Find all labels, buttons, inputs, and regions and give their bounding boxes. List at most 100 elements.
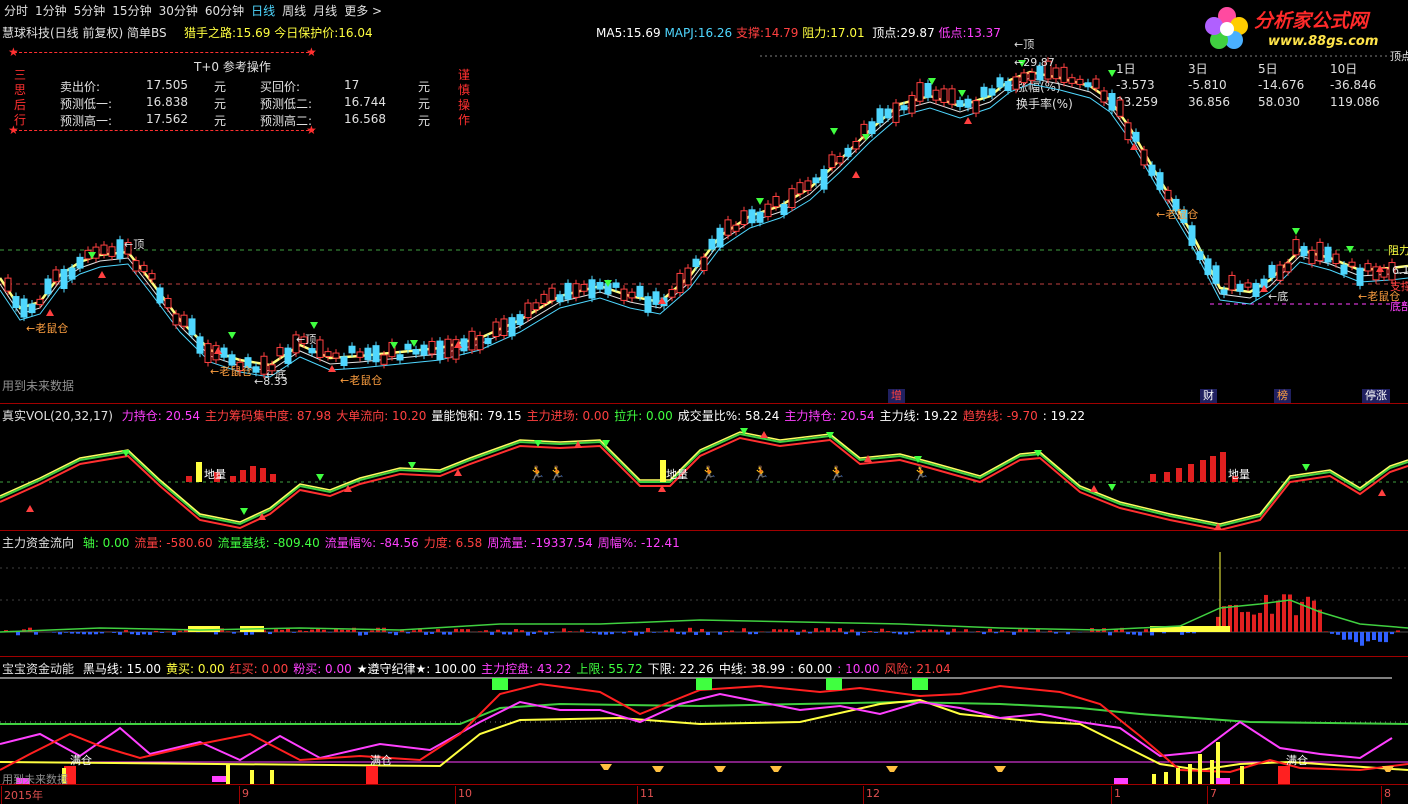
flow-bar bbox=[16, 632, 20, 636]
candle-body bbox=[700, 256, 708, 272]
flow-bar bbox=[154, 630, 158, 632]
flow-bar bbox=[214, 632, 218, 635]
candle-body bbox=[1316, 241, 1324, 262]
candle-body bbox=[676, 272, 684, 294]
ma-indicators: MA5:15.69 MAPJ:16.26 支撑:14.79 阻力:17.01 顶… bbox=[596, 26, 1001, 40]
candle-body bbox=[692, 258, 700, 268]
candle-body bbox=[748, 209, 756, 224]
ma-slow-line bbox=[0, 83, 1408, 378]
flow-bar bbox=[412, 630, 416, 632]
period-tab[interactable]: 日线 bbox=[251, 2, 275, 19]
flow-bar bbox=[466, 629, 470, 632]
candle-body bbox=[572, 283, 580, 298]
bb-green-block bbox=[826, 678, 842, 690]
period-tab[interactable]: 更多 > bbox=[344, 2, 382, 19]
period-tab[interactable]: 60分钟 bbox=[205, 2, 244, 19]
flow-bar bbox=[430, 632, 434, 634]
candle-body bbox=[12, 296, 20, 309]
period-tab[interactable]: 1分钟 bbox=[35, 2, 67, 19]
flow-bar bbox=[940, 630, 944, 632]
flow-bar bbox=[118, 632, 122, 635]
flow-bar bbox=[688, 627, 692, 632]
x-axis-tick: 2015年 bbox=[4, 789, 43, 802]
gold-ingot-icon bbox=[886, 766, 898, 772]
candle-body bbox=[1068, 77, 1076, 84]
flow-bar bbox=[112, 632, 116, 633]
flow-bar bbox=[772, 629, 776, 632]
candle-body bbox=[1156, 172, 1164, 190]
gold-ingot-icon bbox=[714, 766, 726, 772]
flow-bar bbox=[814, 628, 818, 632]
flow-bar bbox=[1192, 632, 1196, 634]
candle-body bbox=[596, 281, 604, 290]
candle-body bbox=[1244, 282, 1252, 288]
vol-bar bbox=[1210, 456, 1216, 482]
candle-body bbox=[1164, 189, 1172, 201]
bb-yellow-bar bbox=[226, 764, 230, 784]
candle-body bbox=[1188, 225, 1196, 246]
period-tab[interactable]: 周线 bbox=[282, 2, 306, 19]
flow-bar bbox=[982, 632, 986, 635]
resist-side-label: 阻力 bbox=[1388, 244, 1408, 257]
candle-body bbox=[804, 180, 812, 191]
flow-bar bbox=[676, 632, 680, 634]
flow-bar bbox=[706, 632, 710, 636]
flow-bar bbox=[496, 629, 500, 632]
low-volume-marker: 地量 bbox=[666, 468, 688, 481]
flow-bar bbox=[130, 632, 134, 635]
candle-body bbox=[1108, 93, 1116, 111]
flow-bar bbox=[748, 632, 752, 635]
flow-bar bbox=[274, 629, 278, 632]
period-tab[interactable]: 分时 bbox=[4, 2, 28, 19]
logo-title: 分析家公式网 bbox=[1254, 10, 1369, 32]
flow-bar bbox=[250, 632, 254, 635]
period-tab[interactable]: 15分钟 bbox=[112, 2, 151, 19]
candle-body bbox=[428, 340, 436, 355]
candle-body bbox=[684, 267, 692, 286]
candle-body bbox=[372, 345, 380, 363]
x-axis-gridline bbox=[1111, 786, 1112, 804]
flow-bar bbox=[856, 632, 860, 636]
bb-green-block bbox=[912, 678, 928, 690]
flow-bar bbox=[592, 632, 596, 634]
value-side-label: 6.1 bbox=[1392, 264, 1408, 277]
candle-body bbox=[28, 303, 36, 314]
flow-bar bbox=[898, 632, 902, 635]
period-tab[interactable]: 5分钟 bbox=[74, 2, 106, 19]
main-chart-header: 慧球科技(日线 前复权) 简单BS bbox=[2, 24, 167, 41]
flow-bar bbox=[70, 632, 74, 634]
flow-bar bbox=[1354, 632, 1358, 643]
candle-body bbox=[1292, 239, 1300, 256]
candle-body bbox=[332, 352, 340, 359]
period-tab[interactable]: 月线 bbox=[313, 2, 337, 19]
candle-body bbox=[1116, 99, 1124, 117]
flow-bar bbox=[1186, 632, 1190, 634]
candle-body bbox=[924, 82, 932, 98]
candle-body bbox=[948, 88, 956, 105]
vol-bar bbox=[260, 468, 266, 482]
vol-bar bbox=[1220, 452, 1226, 482]
candle-body bbox=[612, 282, 620, 288]
candle-body bbox=[340, 356, 348, 367]
candle-body bbox=[1196, 251, 1204, 261]
flow-bar bbox=[520, 630, 524, 632]
flow-bar bbox=[988, 628, 992, 632]
candle-body bbox=[1012, 76, 1020, 90]
panel-divider bbox=[0, 403, 1408, 404]
panel-divider bbox=[0, 656, 1408, 657]
buy-arrow-icon bbox=[1090, 485, 1098, 492]
flow-bar bbox=[910, 632, 914, 634]
flow-bar bbox=[670, 628, 674, 632]
flow-bar bbox=[388, 632, 392, 634]
candle-body bbox=[116, 239, 124, 260]
candle-body bbox=[52, 269, 60, 283]
bb-green-block bbox=[696, 678, 712, 690]
period-tab[interactable]: 30分钟 bbox=[159, 2, 198, 19]
candle-body bbox=[628, 291, 636, 299]
flow-bar bbox=[916, 630, 920, 632]
candle-body bbox=[820, 169, 828, 190]
candle-body bbox=[196, 336, 204, 354]
flow-bar bbox=[454, 628, 458, 632]
bb-yellow-line bbox=[0, 698, 1408, 772]
vol-bar bbox=[240, 470, 246, 482]
